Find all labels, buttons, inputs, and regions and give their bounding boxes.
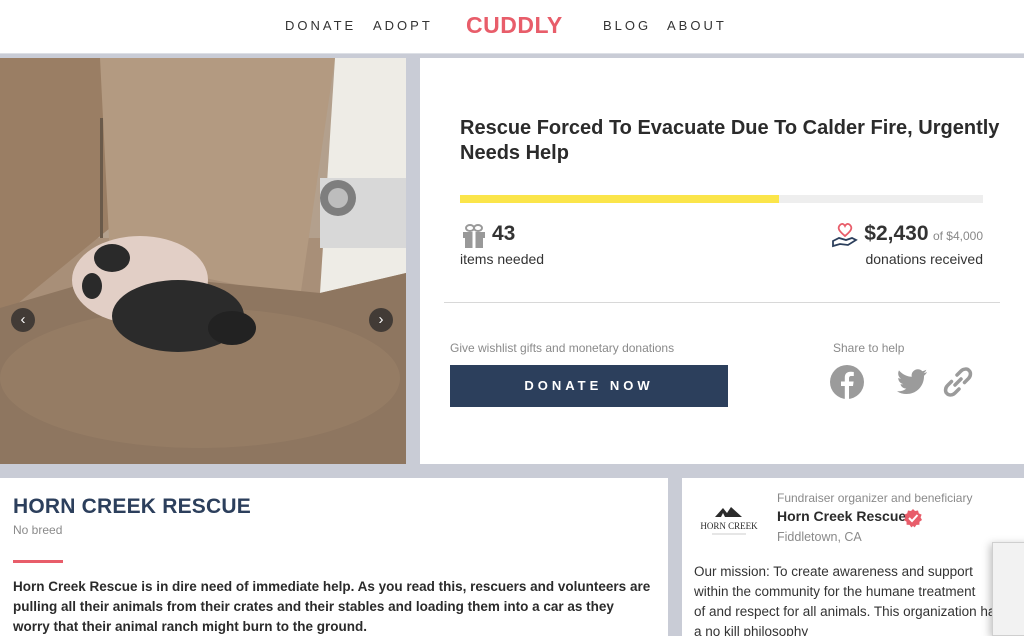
chevron-right-icon[interactable]: ›: [369, 308, 393, 332]
organizer-role: Fundraiser organizer and beneficiary: [777, 491, 973, 505]
heart-hand-icon: [832, 223, 858, 248]
fundraiser-title: Rescue Forced To Evacuate Due To Calder …: [460, 117, 1000, 164]
nav-donate[interactable]: DONATE: [285, 18, 356, 33]
floating-preview-thumbnail[interactable]: [992, 542, 1024, 636]
org-logo-text: HORN CREEK: [700, 521, 758, 531]
organizer-name-link[interactable]: Horn Creek Rescue: [777, 508, 906, 524]
top-navigation: DONATE ADOPT CUDDLY BLOG ABOUT: [0, 0, 1024, 54]
cuddly-logo[interactable]: CUDDLY: [466, 12, 563, 39]
divider: [444, 302, 1000, 303]
donations-received-label: donations received: [865, 251, 983, 267]
accent-divider: [13, 560, 63, 563]
rescue-description: Horn Creek Rescue is in dire need of imm…: [13, 579, 651, 634]
give-instructions: Give wishlist gifts and monetary donatio…: [450, 341, 675, 355]
items-needed-count: 43: [492, 222, 516, 245]
nav-about[interactable]: ABOUT: [667, 18, 727, 33]
animal-photo-carousel[interactable]: ‹ ›: [0, 58, 406, 464]
share-label: Share to help: [833, 341, 905, 355]
donation-amount-line: $2,430 of $4,000: [864, 222, 983, 246]
horn-creek-logo: HORN CREEK: [700, 507, 758, 535]
progress-fill: [460, 195, 780, 203]
verified-badge-icon: [904, 509, 922, 528]
nav-blog[interactable]: BLOG: [603, 18, 651, 33]
rescue-bio-panel: HORN CREEK RESCUE No breed Horn Creek Re…: [0, 478, 668, 636]
donation-goal: of $4,000: [932, 229, 983, 243]
gift-icon: [463, 224, 485, 248]
pigs-photo: [0, 58, 406, 464]
fundraiser-card: Rescue Forced To Evacuate Due To Calder …: [420, 58, 1024, 464]
nav-adopt[interactable]: ADOPT: [373, 18, 433, 33]
twitter-icon[interactable]: [894, 364, 930, 400]
link-icon[interactable]: [940, 364, 976, 400]
rescue-title: HORN CREEK RESCUE: [13, 495, 251, 518]
organizer-location: Fiddletown, CA: [777, 530, 862, 544]
donation-amount: $2,430: [864, 222, 929, 245]
chevron-left-icon[interactable]: ‹: [11, 308, 35, 332]
progress-bar: [460, 195, 983, 203]
items-needed-label: items needed: [460, 251, 545, 267]
mission-statement: Our mission: To create awareness and sup…: [694, 564, 1002, 636]
organizer-panel: HORN CREEK Fundraiser organizer and bene…: [682, 478, 1024, 636]
donations-stat: $2,430 of $4,000 donations received: [783, 221, 983, 271]
facebook-icon[interactable]: [829, 364, 865, 400]
breed-label: No breed: [13, 523, 63, 537]
donate-now-button[interactable]: DONATE NOW: [450, 365, 728, 407]
